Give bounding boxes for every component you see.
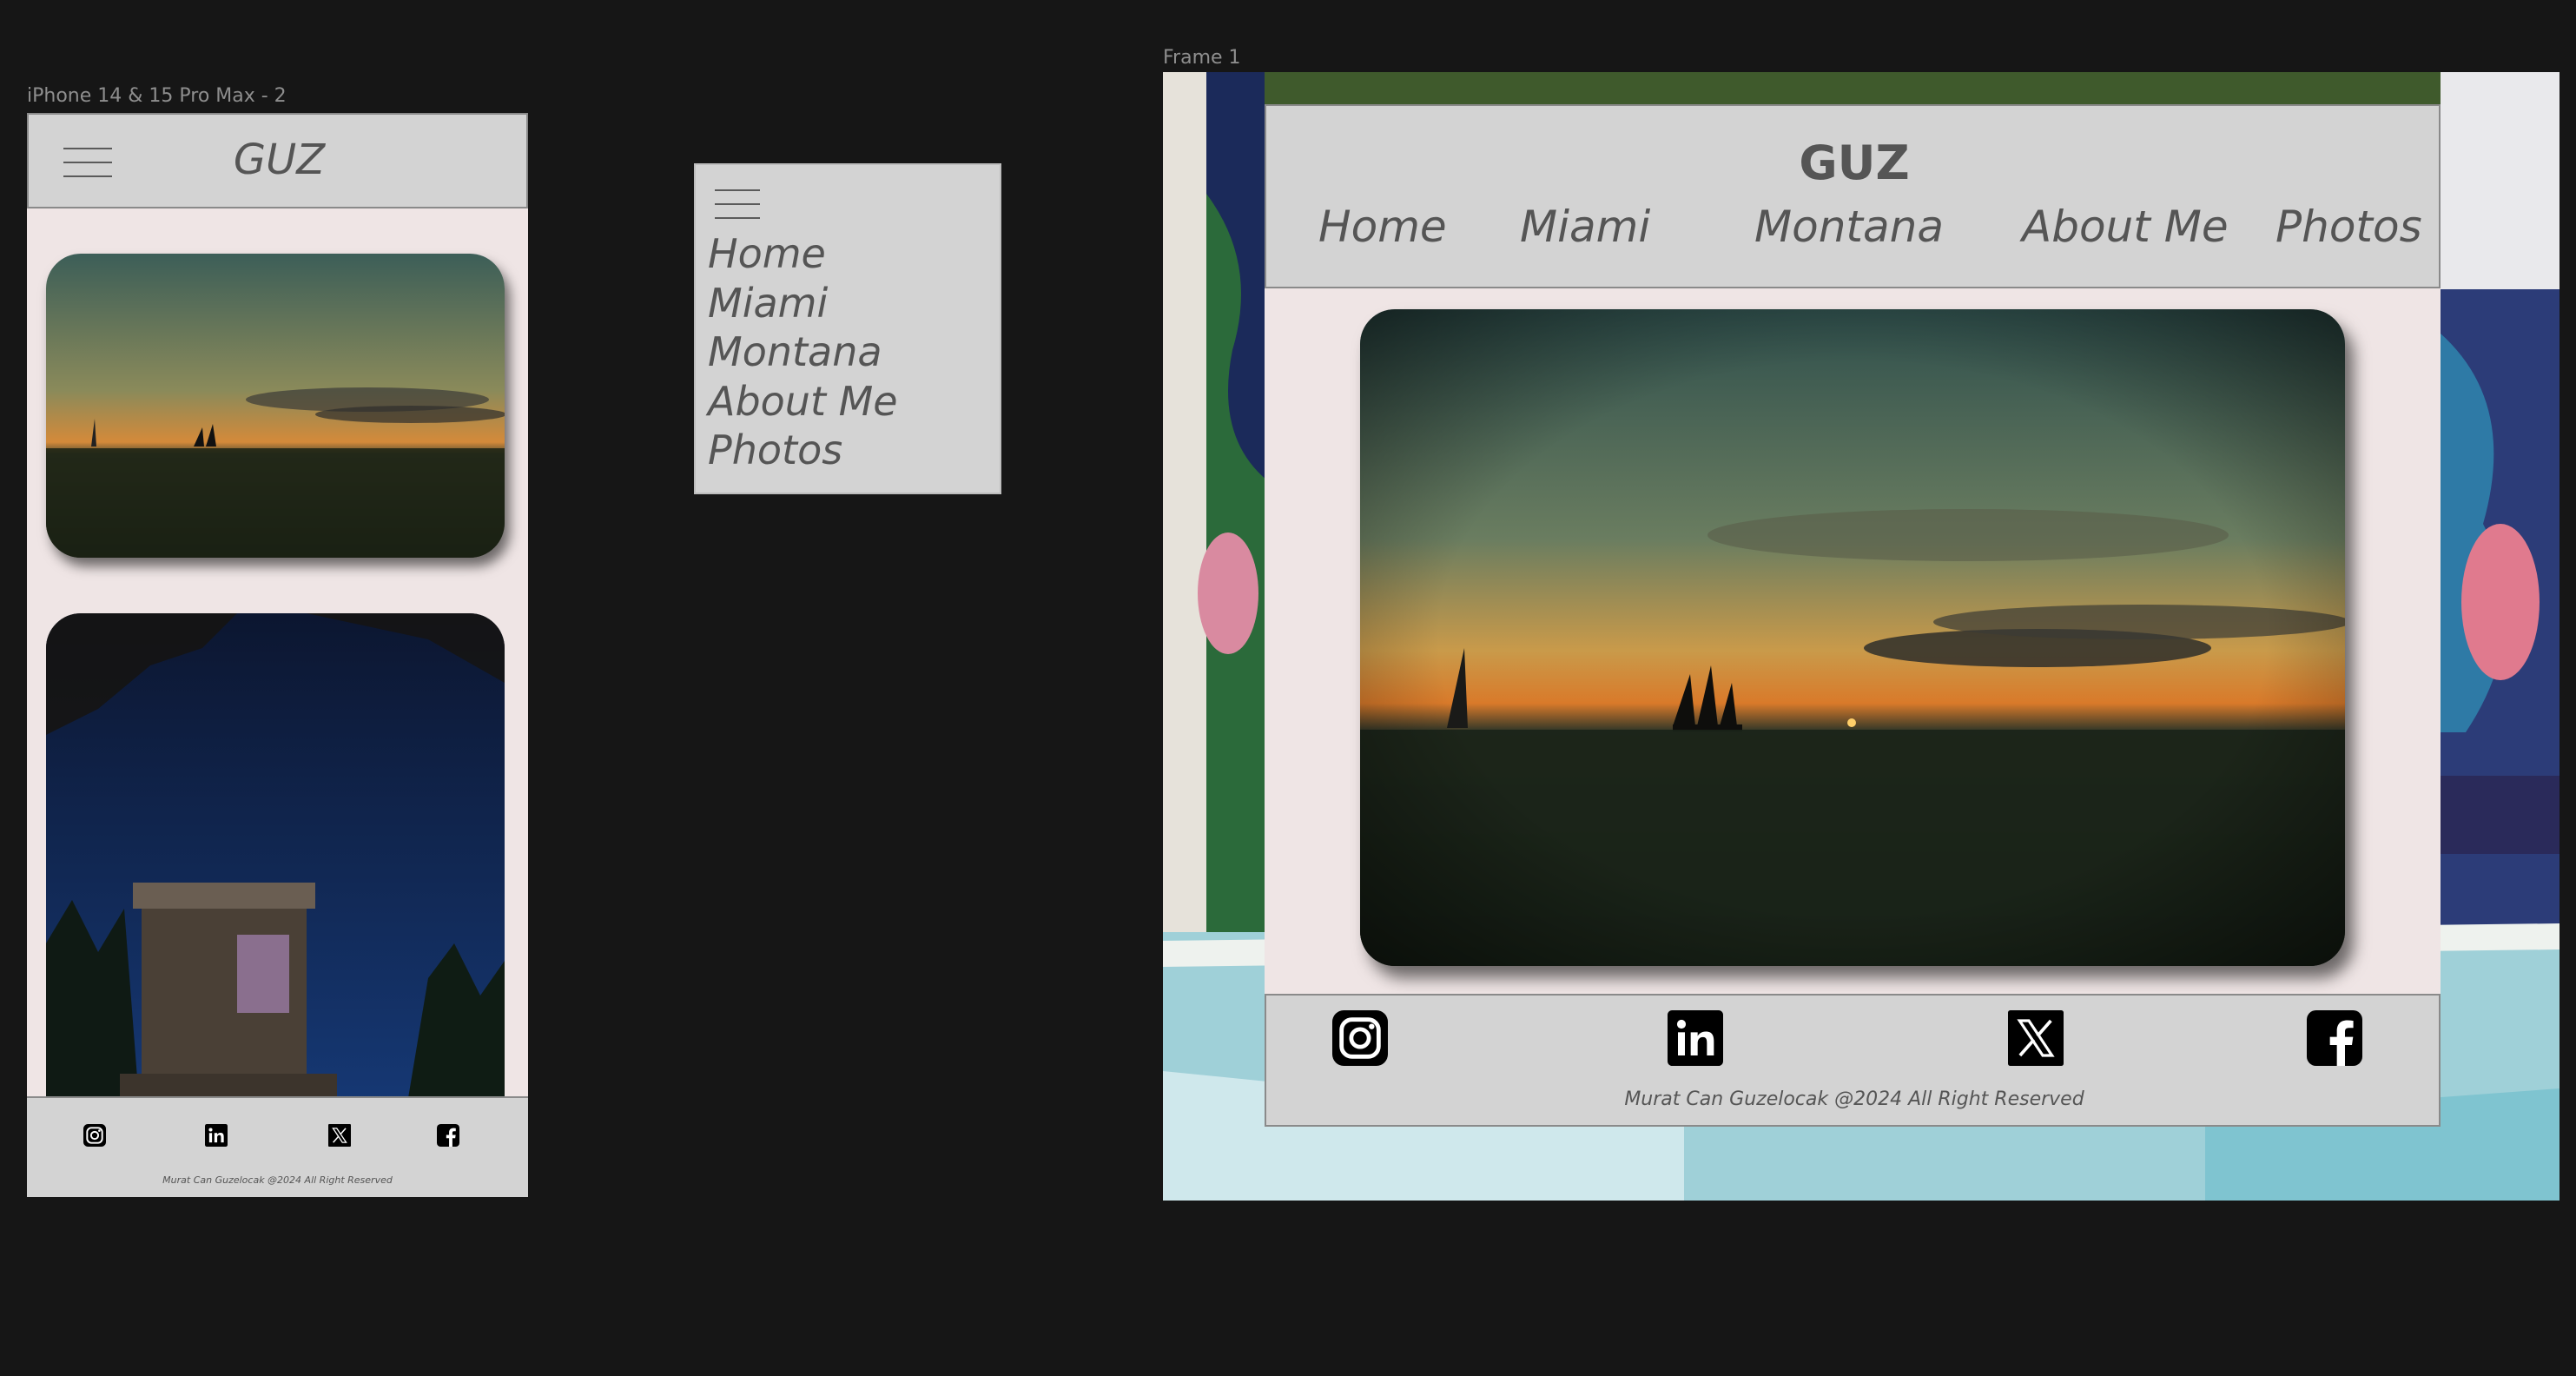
x-icon[interactable] [2006,1010,2065,1066]
menu-item-about-me[interactable]: About Me [708,377,898,427]
brand-logo[interactable]: GUZ [29,136,528,184]
instagram-icon[interactable] [1331,1010,1390,1066]
brand-logo[interactable]: GUZ [1266,136,2442,190]
mobile-menu-frame: Home Miami Montana About Me Photos [694,163,1001,494]
copyright-text: Murat Can Guzelocak @2024 All Right Rese… [1624,1088,2084,1110]
nav-home[interactable]: Home [1318,202,1447,252]
menu-item-montana[interactable]: Montana [708,327,898,377]
phone-frame: GUZ Murat Can Guzelocak @2024 All Right … [27,113,528,1197]
menu-item-home[interactable]: Home [708,229,898,279]
desktop-content [1265,288,2441,994]
nav-photos[interactable]: Photos [2275,202,2422,252]
nav-montana[interactable]: Montana [1754,202,1944,252]
montana-photo [46,613,505,1135]
nav-miami[interactable]: Miami [1520,202,1650,252]
menu-item-photos[interactable]: Photos [708,426,898,475]
sunset-photo [46,254,505,558]
menu-item-miami[interactable]: Miami [708,279,898,328]
linkedin-icon[interactable] [205,1124,228,1147]
nav-about-me[interactable]: About Me [2022,202,2229,252]
sunset-hero-photo [1360,309,2345,966]
facebook-icon[interactable] [2305,1010,2364,1066]
linkedin-icon[interactable] [1666,1010,1725,1066]
phone-frame-label[interactable]: iPhone 14 & 15 Pro Max - 2 [27,85,287,107]
desktop-frame: GUZ Home Miami Montana About Me Photos M… [1163,72,2559,1201]
mobile-nav-list: Home Miami Montana About Me Photos [708,229,898,475]
phone-header: GUZ [27,113,528,208]
x-icon[interactable] [328,1124,351,1147]
desktop-footer: Murat Can Guzelocak @2024 All Right Rese… [1265,994,2441,1127]
desktop-header: GUZ Home Miami Montana About Me Photos [1265,104,2441,288]
instagram-icon[interactable] [83,1124,106,1147]
facebook-icon[interactable] [437,1124,459,1147]
phone-footer: Murat Can Guzelocak @2024 All Right Rese… [27,1096,528,1197]
copyright-text: Murat Can Guzelocak @2024 All Right Rese… [162,1174,393,1186]
hamburger-menu-icon[interactable] [715,189,760,219]
desktop-frame-label[interactable]: Frame 1 [1163,47,1241,69]
